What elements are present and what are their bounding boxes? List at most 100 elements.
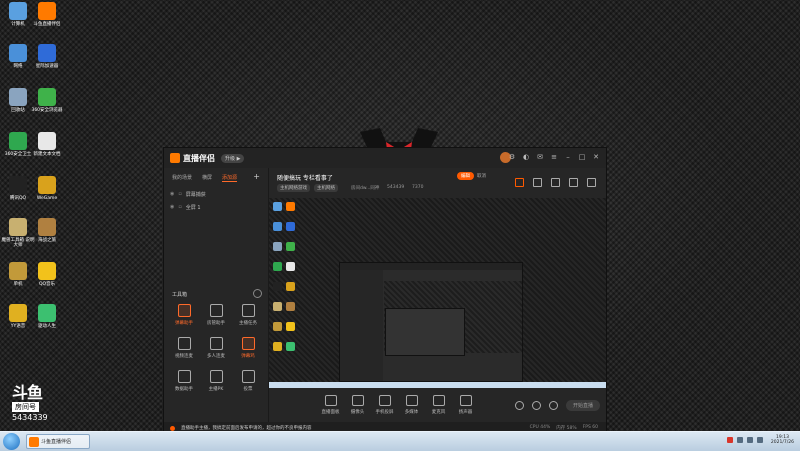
preview-desktop-icon [273, 322, 282, 331]
toolbox-settings-icon[interactable] [253, 289, 262, 298]
control-button[interactable]: 手机投屏 [371, 395, 398, 415]
driver-icon [38, 304, 56, 322]
category-tag[interactable]: 主机网络 [314, 184, 338, 192]
browser-icon [38, 88, 56, 106]
lock-icon[interactable]: ▫ [178, 204, 181, 211]
tool-label: 弹幕助手 [175, 321, 193, 326]
douyu-icon [38, 2, 56, 20]
preview-desktop-icon [286, 242, 295, 251]
gear-icon[interactable] [548, 400, 558, 410]
tool-item[interactable]: 房管助手 [200, 304, 232, 326]
desktop-icon[interactable]: WeGame [29, 176, 65, 201]
tool-item[interactable]: 主播PK [200, 370, 232, 392]
tab-add-source[interactable]: 添加源 [222, 174, 238, 182]
tool-item[interactable]: 投票 [232, 370, 264, 392]
window-titlebar[interactable]: 直播伴侣 升级 ▶ ⚙ ◐ ✉ ≡ – □ ✕ [164, 148, 606, 168]
bell-icon[interactable] [569, 178, 578, 187]
desktop-icon[interactable]: 斗鱼直播伴侣 [29, 2, 65, 27]
network-icon[interactable] [736, 437, 743, 443]
taskbar-app-item[interactable]: 斗鱼直播伴侣 [26, 434, 90, 449]
music-icon [38, 262, 56, 280]
control-button[interactable]: 麦克风 [425, 395, 452, 415]
category-tag[interactable]: 主机网络游戏 [277, 184, 310, 192]
edit-title-button[interactable]: 编辑 [457, 172, 474, 180]
tool-label: 多人连麦 [207, 354, 225, 359]
desktop-icon-label: 海战之旅 [38, 238, 56, 243]
language-icon[interactable] [756, 437, 763, 443]
preview-desktop-icon [286, 222, 295, 231]
control-label: 直播面板 [321, 410, 340, 415]
app-logo-icon [170, 153, 180, 163]
desktop-icon-label: 驱动人生 [38, 324, 56, 329]
notice-icon [170, 425, 175, 431]
record-icon[interactable] [551, 178, 560, 187]
tool-icon [241, 304, 255, 317]
tool-item[interactable]: 视频连麦 [168, 337, 200, 359]
skin-icon[interactable]: ◐ [522, 153, 530, 161]
preview-desktop-icon [286, 262, 295, 271]
tool-item[interactable]: 弹幕助手 [168, 304, 200, 326]
eye-icon[interactable]: ◉ [170, 204, 174, 211]
tab-landscape[interactable]: 横屏 [202, 174, 212, 182]
control-button[interactable]: 多媒体 [398, 395, 425, 415]
settings-icon[interactable]: ⚙ [508, 153, 516, 161]
preview-desktop-icon [273, 342, 282, 351]
control-icon [351, 395, 364, 406]
text-document-icon [38, 132, 56, 150]
desktop-icon[interactable]: QQ音乐 [29, 262, 65, 287]
menu-icon[interactable]: ≡ [550, 153, 558, 161]
watermark-room-label: 房间号 [12, 402, 39, 412]
live-preview[interactable] [269, 198, 606, 388]
mail-icon[interactable]: ✉ [536, 153, 544, 161]
share-icon[interactable] [587, 178, 596, 187]
gift-icon[interactable] [515, 178, 524, 187]
minimize-icon[interactable]: – [564, 153, 572, 161]
maximize-icon[interactable]: □ [578, 153, 586, 161]
preview-desktop-icon [286, 342, 295, 351]
tool-icon [209, 337, 223, 350]
scene-item[interactable]: ◉ ▫ 屏幕捕获 [164, 188, 268, 201]
eye-icon[interactable]: ◉ [170, 191, 174, 198]
tool-item[interactable]: 主播任务 [232, 304, 264, 326]
stream-title[interactable]: 随便搞玩 专栏看事了 [277, 173, 333, 182]
tool-label: 视频连麦 [175, 354, 193, 359]
volume-icon[interactable] [746, 437, 753, 443]
douyu-watermark: 斗鱼 房间号 5434339 [12, 385, 48, 422]
preview-desktop-icon [286, 302, 295, 311]
close-icon[interactable]: ✕ [592, 153, 600, 161]
upgrade-pill[interactable]: 升级 ▶ [221, 153, 245, 163]
tab-my-scenes[interactable]: 我的场景 [172, 174, 192, 182]
tray-app-icon[interactable] [726, 437, 733, 443]
control-label: 手机投屏 [375, 410, 394, 415]
tool-item[interactable]: 多人连麦 [200, 337, 232, 359]
control-icon [324, 395, 337, 406]
desktop-icon[interactable]: 星际加速器 [29, 44, 65, 69]
tool-icon [177, 304, 191, 317]
desktop-icon-label: 星际加速器 [35, 64, 59, 69]
cancel-button[interactable]: 取消 [477, 173, 486, 179]
control-button[interactable]: 扬声器 [452, 395, 479, 415]
camera-icon[interactable] [514, 400, 524, 410]
control-button[interactable]: 摄像头 [344, 395, 371, 415]
scene-item[interactable]: ◉ ▫ 全屏 1 [164, 201, 268, 214]
tool-item[interactable]: 弹幕鸡 [232, 337, 264, 359]
preview-desktop-icon [273, 222, 282, 231]
add-scene-button[interactable]: + [253, 173, 260, 182]
scene-item-label: 全屏 1 [185, 205, 201, 211]
start-button[interactable] [3, 433, 20, 450]
control-button[interactable]: 直播面板 [317, 395, 344, 415]
clock[interactable]: 19:13 2021/7/26 [771, 435, 794, 445]
desktop-icon[interactable]: 360安全浏览器 [29, 88, 65, 113]
control-icon [405, 395, 418, 406]
desktop-icon[interactable]: 新建文本文档 [29, 132, 65, 157]
lock-icon[interactable]: ▫ [178, 191, 181, 198]
tool-icon [241, 337, 255, 350]
app-brand: 直播伴侣 [170, 153, 215, 164]
timer-icon[interactable] [531, 400, 541, 410]
desktop-icon[interactable]: 海战之旅 [29, 218, 65, 243]
start-live-button[interactable]: 开始直播 [565, 399, 600, 411]
desktop-icon[interactable]: 驱动人生 [29, 304, 65, 329]
tool-item[interactable]: 数据助手 [168, 370, 200, 392]
scene-item-label: 屏幕捕获 [185, 192, 206, 198]
lock-icon[interactable] [533, 178, 542, 187]
